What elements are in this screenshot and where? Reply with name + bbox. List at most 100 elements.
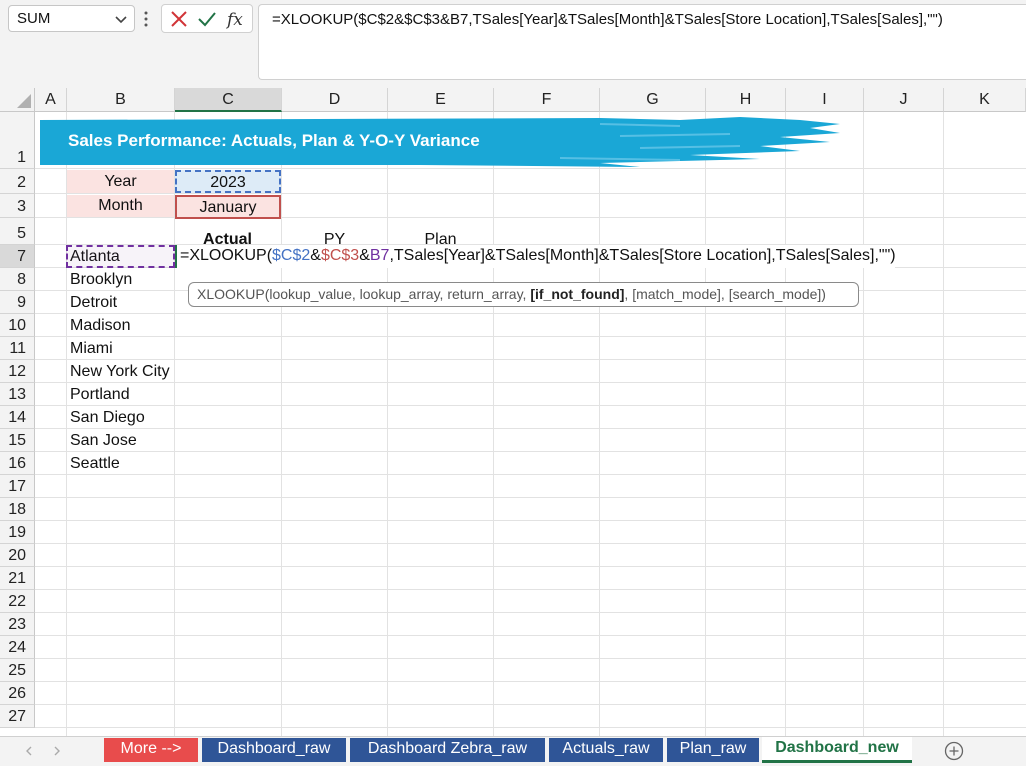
name-box-value: SUM bbox=[17, 10, 51, 27]
row-header-23[interactable]: 23 bbox=[0, 613, 35, 636]
svg-text:fx: fx bbox=[225, 10, 243, 30]
gridline-v bbox=[387, 112, 388, 736]
row-number: 26 bbox=[8, 685, 26, 702]
year-value-cell[interactable]: 2023 bbox=[175, 170, 281, 193]
city-cell[interactable]: Brooklyn bbox=[70, 271, 132, 289]
row-header-5[interactable]: 5 bbox=[0, 218, 35, 245]
name-box[interactable]: SUM bbox=[8, 5, 135, 32]
row-number: 5 bbox=[17, 225, 26, 242]
gridline-h bbox=[35, 497, 1026, 498]
formula-part-ref3: B7 bbox=[369, 247, 390, 264]
row-number: 10 bbox=[8, 317, 26, 334]
row-number: 11 bbox=[9, 340, 26, 357]
column-header-j[interactable]: J bbox=[864, 88, 944, 112]
cancel-icon[interactable] bbox=[167, 7, 191, 31]
tooltip-after: , [match_mode], [search_mode]) bbox=[624, 286, 826, 302]
chevron-down-icon[interactable] bbox=[114, 12, 128, 26]
row-header-18[interactable]: 18 bbox=[0, 498, 35, 521]
row-header-3[interactable]: 3 bbox=[0, 194, 35, 218]
row-header-14[interactable]: 14 bbox=[0, 406, 35, 429]
row-number: 17 bbox=[8, 478, 26, 495]
worksheet-grid[interactable]: Sales Performance: Actuals, Plan & Y-O-Y… bbox=[0, 88, 1026, 736]
row-header-15[interactable]: 15 bbox=[0, 429, 35, 452]
row-number: 7 bbox=[17, 248, 26, 265]
tooltip-bold: [if_not_found] bbox=[530, 286, 625, 302]
gridline-h bbox=[35, 704, 1026, 705]
gridline-v bbox=[281, 112, 282, 736]
more-options-icon[interactable] bbox=[143, 10, 149, 28]
column-header-b[interactable]: B bbox=[67, 88, 175, 112]
active-edit-cell[interactable]: =XLOOKUP($C$2&$C$3&B7,TSales[Year]&TSale… bbox=[175, 245, 896, 268]
sheet-tab[interactable]: Plan_raw bbox=[667, 738, 759, 762]
row-header-21[interactable]: 21 bbox=[0, 567, 35, 590]
scroll-left-icon[interactable] bbox=[24, 745, 34, 757]
enter-check-icon[interactable] bbox=[195, 7, 219, 31]
row-header-26[interactable]: 26 bbox=[0, 682, 35, 705]
row-header-24[interactable]: 24 bbox=[0, 636, 35, 659]
row-number: 13 bbox=[8, 386, 26, 403]
city-cell[interactable]: Detroit bbox=[70, 294, 117, 312]
city-cell[interactable]: Seattle bbox=[70, 455, 120, 473]
city-cell[interactable]: Miami bbox=[70, 340, 113, 358]
row-header-22[interactable]: 22 bbox=[0, 590, 35, 613]
row-header-11[interactable]: 11 bbox=[0, 337, 35, 360]
row-header-9[interactable]: 9 bbox=[0, 291, 35, 314]
city-cell[interactable]: San Jose bbox=[70, 432, 137, 450]
column-header-k[interactable]: K bbox=[944, 88, 1026, 112]
sheet-tab[interactable]: Actuals_raw bbox=[549, 738, 663, 762]
row-header-7[interactable]: 7 bbox=[0, 245, 35, 268]
gridline-h bbox=[35, 589, 1026, 590]
column-header-f[interactable]: F bbox=[494, 88, 600, 112]
row-header-27[interactable]: 27 bbox=[0, 705, 35, 728]
row-header-19[interactable]: 19 bbox=[0, 521, 35, 544]
column-header-i[interactable]: I bbox=[786, 88, 864, 112]
row-header-13[interactable]: 13 bbox=[0, 383, 35, 406]
page-title: Sales Performance: Actuals, Plan & Y-O-Y… bbox=[68, 131, 480, 150]
row-header-10[interactable]: 10 bbox=[0, 314, 35, 337]
row-header-17[interactable]: 17 bbox=[0, 475, 35, 498]
row-header-16[interactable]: 16 bbox=[0, 452, 35, 475]
insert-function-icon[interactable]: fx bbox=[224, 7, 248, 31]
column-header-c[interactable]: C bbox=[175, 88, 282, 112]
sheet-tab[interactable]: More --> bbox=[104, 738, 198, 762]
select-all-icon bbox=[17, 94, 31, 108]
select-all-corner[interactable] bbox=[0, 88, 35, 112]
row-header-12[interactable]: 12 bbox=[0, 360, 35, 383]
gridline-h bbox=[35, 474, 1026, 475]
row-header-25[interactable]: 25 bbox=[0, 659, 35, 682]
row-number: 16 bbox=[8, 455, 26, 472]
scroll-right-icon[interactable] bbox=[52, 745, 62, 757]
formula-part-amp2: & bbox=[359, 247, 370, 264]
column-header-d[interactable]: D bbox=[282, 88, 388, 112]
row-number: 2 bbox=[17, 174, 26, 191]
gridline-h bbox=[35, 612, 1026, 613]
row-number: 19 bbox=[8, 524, 26, 541]
gridline-h bbox=[35, 451, 1026, 452]
sheet-tab[interactable]: Dashboard Zebra_raw bbox=[350, 738, 545, 762]
formula-part-prefix: =XLOOKUP( bbox=[180, 247, 273, 264]
column-header-e[interactable]: E bbox=[388, 88, 494, 112]
sheet-tab[interactable]: Dashboard_raw bbox=[202, 738, 346, 762]
gridline-h bbox=[35, 658, 1026, 659]
row-number: 18 bbox=[8, 501, 26, 518]
city-cell[interactable]: San Diego bbox=[70, 409, 145, 427]
city-cell[interactable]: New York City bbox=[70, 363, 170, 381]
gridline-h bbox=[35, 313, 1026, 314]
add-sheet-icon[interactable] bbox=[944, 741, 964, 761]
column-header-a[interactable]: A bbox=[35, 88, 67, 112]
gridline-v bbox=[863, 112, 864, 736]
row-header-8[interactable]: 8 bbox=[0, 268, 35, 291]
sheet-tab[interactable]: Dashboard_new bbox=[762, 737, 912, 763]
formula-buttons: fx bbox=[161, 4, 253, 33]
gridline-h bbox=[35, 382, 1026, 383]
column-header-h[interactable]: H bbox=[706, 88, 786, 112]
row-header-2[interactable]: 2 bbox=[0, 169, 35, 194]
row-header-1[interactable]: 1 bbox=[0, 112, 35, 169]
referenced-cell-b7 bbox=[66, 245, 175, 268]
city-cell[interactable]: Madison bbox=[70, 317, 130, 335]
column-header-g[interactable]: G bbox=[600, 88, 706, 112]
month-value-cell[interactable]: January bbox=[175, 195, 281, 219]
formula-input[interactable]: =XLOOKUP($C$2&$C$3&B7,TSales[Year]&TSale… bbox=[258, 4, 1026, 80]
city-cell[interactable]: Portland bbox=[70, 386, 130, 404]
row-header-20[interactable]: 20 bbox=[0, 544, 35, 567]
